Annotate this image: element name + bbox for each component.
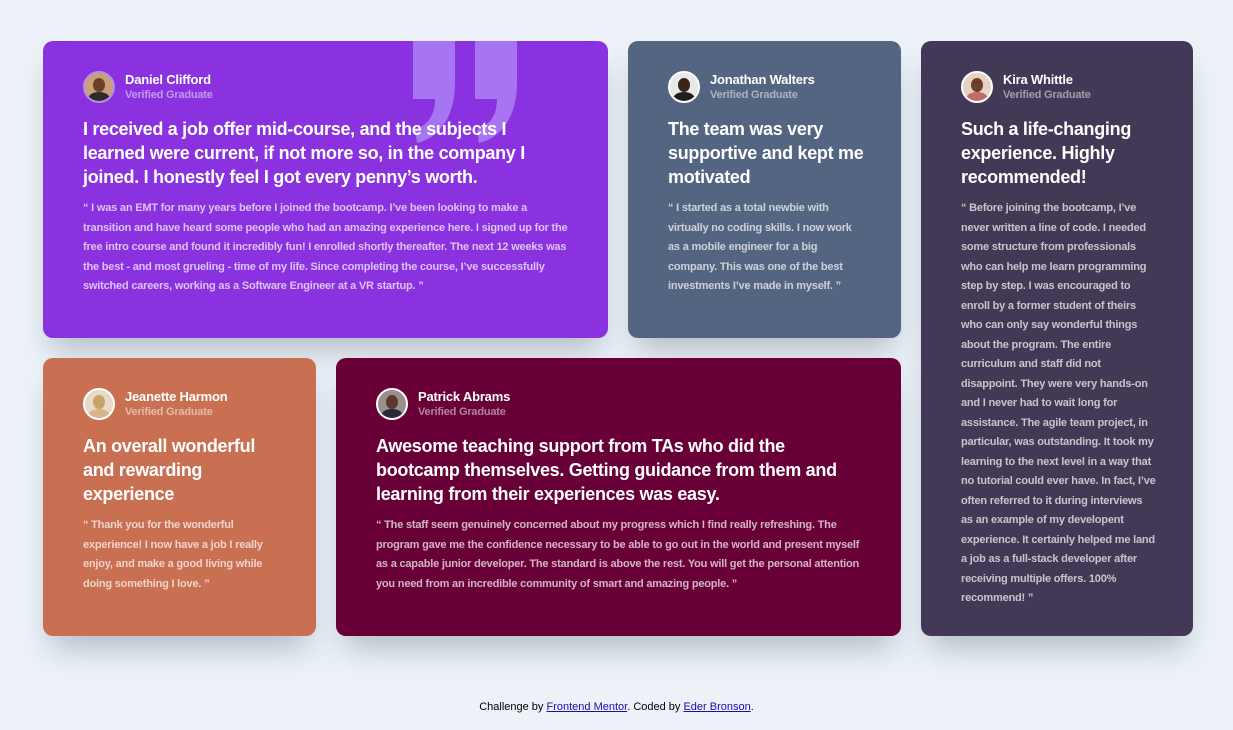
author-name: Patrick Abrams — [418, 389, 511, 404]
testimonial-card-jeanette: Jeanette Harmon Verified Graduate An ove… — [43, 358, 316, 636]
author-block: Patrick Abrams Verified Graduate — [376, 388, 861, 420]
testimonial-quote: “ The staff seem genuinely concerned abo… — [376, 519, 860, 590]
author-name: Kira Whittle — [1003, 72, 1073, 87]
testimonial-headline: Such a life-changing experience. Highly … — [961, 119, 1132, 187]
avatar — [83, 71, 115, 103]
author-name: Daniel Clifford — [125, 72, 211, 87]
testimonial-quote: “ Before joining the bootcamp, I’ve neve… — [961, 202, 1156, 604]
avatar — [668, 71, 700, 103]
testimonial-quote: “ Thank you for the wonderful experience… — [83, 519, 263, 590]
testimonial-headline: Awesome teaching support from TAs who di… — [376, 436, 837, 504]
author-block: Jeanette Harmon Verified Graduate — [83, 388, 276, 420]
author-role: Verified Graduate — [125, 406, 213, 418]
author-name: Jonathan Walters — [710, 72, 815, 87]
attribution-footer: Challenge by Frontend Mentor. Coded by E… — [0, 701, 1233, 713]
attribution-prefix: Challenge by — [479, 701, 547, 713]
author-link[interactable]: Eder Bronson — [683, 701, 750, 713]
author-role: Verified Graduate — [710, 89, 798, 101]
attribution-middle: . Coded by — [627, 701, 684, 713]
testimonial-quote: “ I was an EMT for many years before I j… — [83, 202, 568, 292]
testimonial-headline: The team was very supportive and kept me… — [668, 119, 864, 187]
avatar — [376, 388, 408, 420]
testimonial-card-patrick: Patrick Abrams Verified Graduate Awesome… — [336, 358, 901, 636]
testimonial-headline: I received a job offer mid-course, and t… — [83, 119, 525, 187]
author-block: Daniel Clifford Verified Graduate — [83, 71, 568, 103]
author-block: Kira Whittle Verified Graduate — [961, 71, 1153, 103]
frontend-mentor-link[interactable]: Frontend Mentor — [546, 701, 627, 713]
author-role: Verified Graduate — [125, 89, 213, 101]
author-role: Verified Graduate — [418, 406, 506, 418]
avatar — [83, 388, 115, 420]
author-name: Jeanette Harmon — [125, 389, 228, 404]
testimonial-card-jonathan: Jonathan Walters Verified Graduate The t… — [628, 41, 901, 338]
avatar — [961, 71, 993, 103]
testimonial-card-daniel: Daniel Clifford Verified Graduate I rece… — [43, 41, 608, 338]
attribution-suffix: . — [750, 701, 754, 713]
author-block: Jonathan Walters Verified Graduate — [668, 71, 861, 103]
author-role: Verified Graduate — [1003, 89, 1091, 101]
testimonial-quote: “ I started as a total newbie with virtu… — [668, 202, 852, 292]
testimonial-headline: An overall wonderful and rewarding exper… — [83, 436, 256, 504]
testimonial-card-kira: Kira Whittle Verified Graduate Such a li… — [921, 41, 1193, 636]
